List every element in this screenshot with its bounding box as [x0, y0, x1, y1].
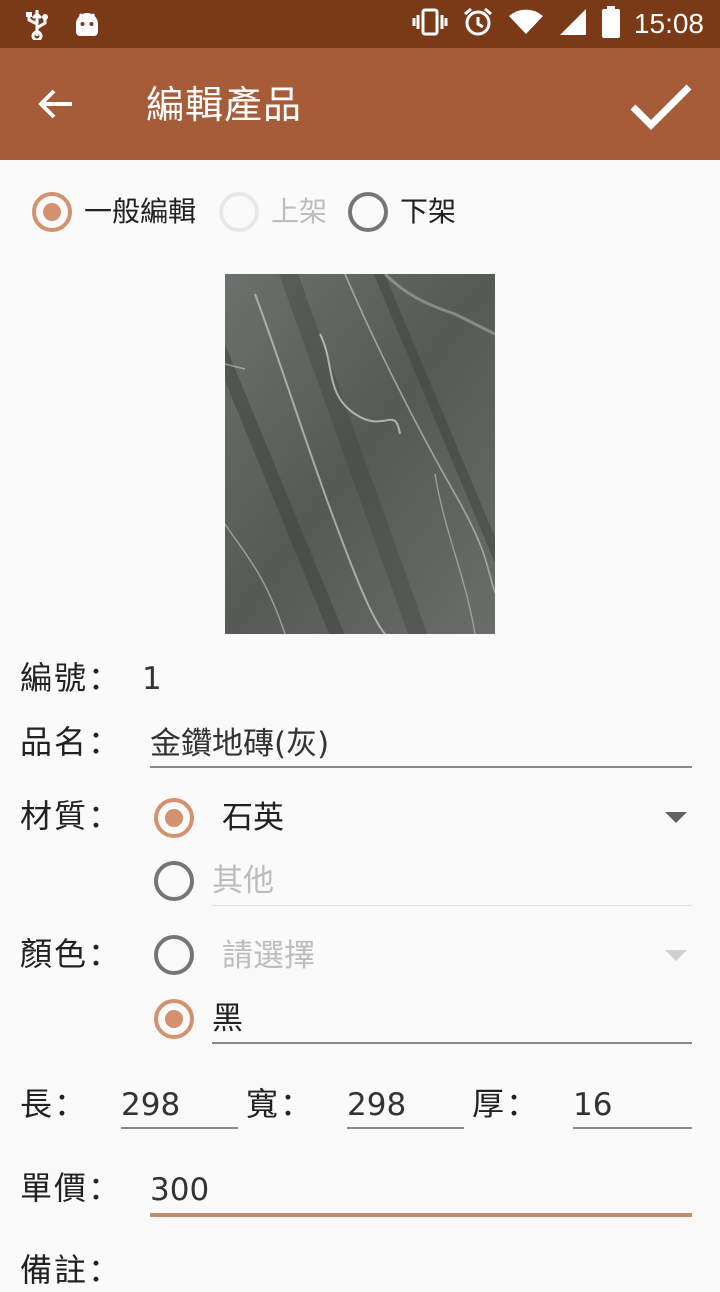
price-input[interactable]: 300	[150, 1168, 209, 1212]
thickness-input-underline	[573, 1127, 692, 1129]
id-label: 編號：	[20, 659, 123, 697]
length-label: 長：	[20, 1085, 89, 1123]
vibrate-icon	[412, 7, 448, 41]
thickness-label: 厚：	[472, 1085, 541, 1123]
radio-list-off[interactable]	[348, 192, 388, 232]
color-label: 顏色：	[20, 935, 123, 973]
material-dropdown[interactable]: 石英	[222, 796, 284, 840]
arrow-back-icon	[36, 84, 76, 128]
marble-texture	[225, 274, 495, 634]
notes-label: 備註：	[20, 1251, 123, 1289]
name-input-underline	[150, 766, 692, 768]
width-input[interactable]: 298	[347, 1083, 406, 1127]
color-dropdown[interactable]: 請選擇	[222, 934, 315, 978]
android-debug-icon	[74, 10, 100, 42]
signal-icon	[558, 7, 588, 41]
material-other-input[interactable]: 其他	[212, 859, 274, 903]
color-other-input[interactable]: 黑	[212, 997, 243, 1041]
price-input-underline	[150, 1213, 692, 1217]
radio-color-other[interactable]	[154, 999, 194, 1039]
color-dropdown-arrow-icon[interactable]	[665, 950, 687, 961]
price-label: 單價：	[20, 1169, 123, 1207]
product-image[interactable]	[225, 274, 495, 634]
page-title: 編輯產品	[146, 83, 303, 127]
radio-list-on	[219, 192, 259, 232]
thickness-input[interactable]: 16	[573, 1083, 612, 1127]
length-input-underline	[121, 1127, 238, 1129]
length-input[interactable]: 298	[121, 1083, 180, 1127]
width-input-underline	[347, 1127, 464, 1129]
check-icon	[629, 81, 693, 137]
material-other-underline	[212, 905, 692, 906]
name-input[interactable]: 金鑽地磚(灰)	[150, 722, 329, 766]
color-other-underline	[212, 1042, 692, 1044]
radio-material-select[interactable]	[154, 798, 194, 838]
usb-icon	[22, 8, 52, 44]
radio-material-other[interactable]	[154, 861, 194, 901]
material-label: 材質：	[20, 797, 123, 835]
material-dropdown-arrow-icon[interactable]	[665, 812, 687, 823]
width-label: 寬：	[246, 1085, 315, 1123]
clock-time: 15:08	[633, 8, 704, 39]
radio-general-edit[interactable]	[32, 192, 72, 232]
battery-icon	[601, 6, 620, 42]
radio-list-on-label: 上架	[271, 195, 328, 228]
save-button[interactable]	[626, 74, 696, 144]
id-value: 1	[142, 661, 162, 697]
wifi-icon	[508, 8, 544, 40]
alarm-icon	[462, 6, 494, 42]
radio-color-select[interactable]	[154, 935, 194, 975]
app-bar: 編輯產品	[0, 48, 720, 160]
radio-general-edit-label: 一般編輯	[84, 195, 197, 228]
status-bar: 15:08	[0, 0, 720, 48]
radio-list-off-label: 下架	[400, 195, 457, 228]
name-label: 品名：	[20, 723, 123, 761]
back-button[interactable]	[30, 80, 82, 132]
